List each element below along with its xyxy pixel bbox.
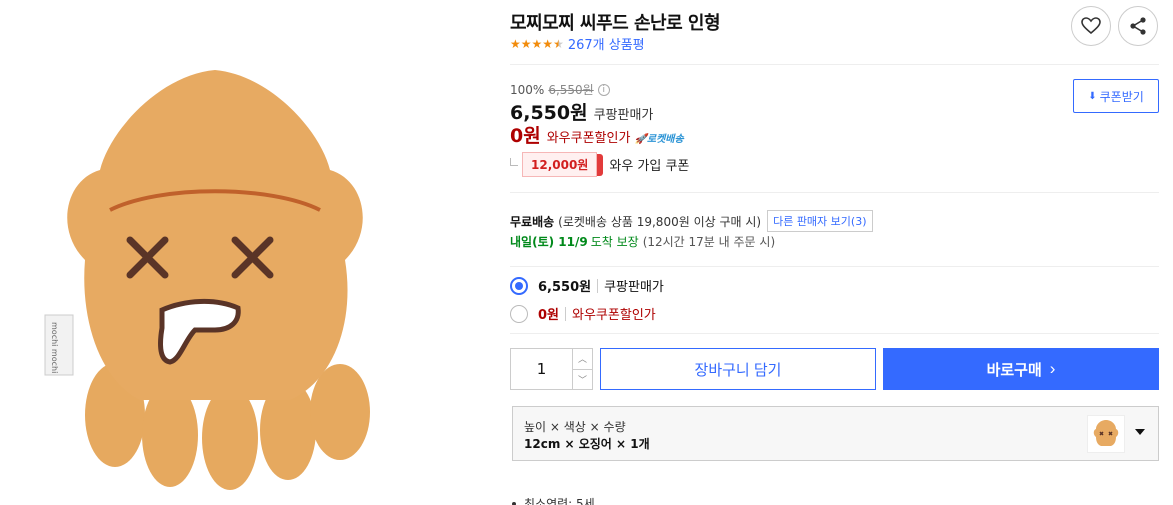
- svg-text:mochi mochi: mochi mochi: [50, 322, 59, 373]
- option-thumbnail: [1087, 415, 1125, 453]
- separator: [597, 278, 599, 293]
- wishlist-button[interactable]: [1071, 6, 1111, 46]
- rocket-delivery-badge: 🚀로켓배송: [634, 130, 683, 145]
- divider: [510, 266, 1159, 267]
- add-to-cart-button[interactable]: 장바구니 담기: [600, 348, 876, 390]
- arrival-date: 내일(토) 11/9: [510, 235, 588, 249]
- radio-selected[interactable]: [510, 276, 528, 295]
- rating: ★ ★ ★ ★ ★ 267개 상품평: [510, 34, 645, 54]
- divider: [510, 333, 1159, 334]
- heart-icon: [1081, 17, 1101, 35]
- coupon-notch: [597, 153, 604, 176]
- discount-rate: 100%: [510, 82, 545, 97]
- star-icon: ★: [520, 36, 532, 51]
- quantity-step-buttons: ︿ ﹀: [572, 349, 592, 389]
- option-amount: 0원: [538, 308, 560, 323]
- review-count-link[interactable]: 267개 상품평: [568, 34, 645, 53]
- other-sellers-button[interactable]: 다른 판매자 보기(3): [767, 210, 873, 232]
- bullet-dot: [512, 501, 516, 505]
- original-price: 6,550원: [548, 83, 594, 97]
- wow-signup-coupon: 12,000원 와우 가입 쿠폰: [510, 152, 689, 177]
- dropdown-caret-icon[interactable]: [1135, 429, 1145, 435]
- star-icon: ★: [542, 36, 554, 51]
- price-option-regular[interactable]: 6,550원 쿠팡판매가: [510, 276, 664, 295]
- chevron-right-icon: ›: [1049, 359, 1056, 378]
- arrival-deadline: (12시간 17분 내 주문 시): [642, 235, 776, 249]
- rocket-icon: 🚀: [634, 134, 647, 145]
- shipping-info: 무료배송 (로켓배송 상품 19,800원 이상 구매 시) 다른 판매자 보기…: [510, 210, 873, 232]
- get-coupon-label: 쿠폰받기: [1099, 89, 1144, 104]
- wow-price-label: 와우쿠폰할인가: [546, 131, 631, 146]
- rating-stars: ★ ★ ★ ★ ★: [510, 37, 564, 51]
- buy-now-button[interactable]: 바로구매 ›: [883, 348, 1159, 390]
- free-shipping-label: 무료배송: [510, 214, 555, 229]
- detail-bullet: 최소연령: 5세: [512, 495, 595, 505]
- download-icon: ⬇: [1088, 90, 1097, 102]
- separator: [565, 306, 567, 321]
- increase-quantity-button[interactable]: ︿: [573, 349, 592, 369]
- price-option-wow[interactable]: 0원 와우쿠폰할인가: [510, 304, 656, 323]
- corner-icon: [510, 157, 518, 166]
- product-title: 모찌모찌 씨푸드 손난로 인형: [510, 13, 721, 34]
- option-selector[interactable]: 높이 × 색상 × 수량 12cm × 오징어 × 1개: [512, 406, 1159, 461]
- shipping-condition: (로켓배송 상품 19,800원 이상 구매 시): [558, 214, 762, 229]
- arrival-info: 내일(토) 11/9 도착 보장 (12시간 17분 내 주문 시): [510, 233, 775, 250]
- quantity-input[interactable]: [511, 349, 572, 389]
- get-coupon-button[interactable]: ⬇ 쿠폰받기: [1073, 79, 1159, 113]
- buy-now-label: 바로구매: [986, 361, 1042, 379]
- wow-price: 0원 와우쿠폰할인가 🚀로켓배송: [510, 121, 684, 148]
- option-attribute-values: 12cm × 오징어 × 1개: [524, 437, 650, 451]
- star-icon: ★: [510, 36, 521, 51]
- share-button[interactable]: [1118, 6, 1158, 46]
- coupon-label: 와우 가입 쿠폰: [609, 159, 690, 174]
- quantity-stepper[interactable]: ︿ ﹀: [510, 348, 593, 390]
- radio-unselected[interactable]: [510, 304, 528, 323]
- option-attribute-names: 높이 × 색상 × 수량: [524, 420, 626, 434]
- option-label: 와우쿠폰할인가: [572, 308, 656, 323]
- share-icon: [1130, 17, 1146, 35]
- rocket-delivery-label: 로켓배송: [646, 134, 684, 145]
- star-half-icon: ★: [553, 36, 564, 51]
- arrival-guarantee: 도착 보장: [590, 235, 639, 249]
- info-icon[interactable]: i: [597, 83, 610, 96]
- wow-price-amount: 0원: [510, 125, 541, 147]
- product-image: mochi mochi: [40, 60, 390, 490]
- coupon-amount: 12,000원: [522, 152, 598, 177]
- option-label: 쿠팡판매가: [604, 280, 664, 295]
- option-amount: 6,550원: [538, 280, 592, 295]
- decrease-quantity-button[interactable]: ﹀: [573, 368, 592, 390]
- divider: [510, 64, 1159, 65]
- detail-text: 최소연령: 5세: [524, 497, 595, 505]
- divider: [510, 192, 1159, 193]
- add-to-cart-label: 장바구니 담기: [694, 361, 782, 379]
- discount-info: 100% 6,550원 i: [510, 81, 610, 98]
- star-icon: ★: [531, 36, 543, 51]
